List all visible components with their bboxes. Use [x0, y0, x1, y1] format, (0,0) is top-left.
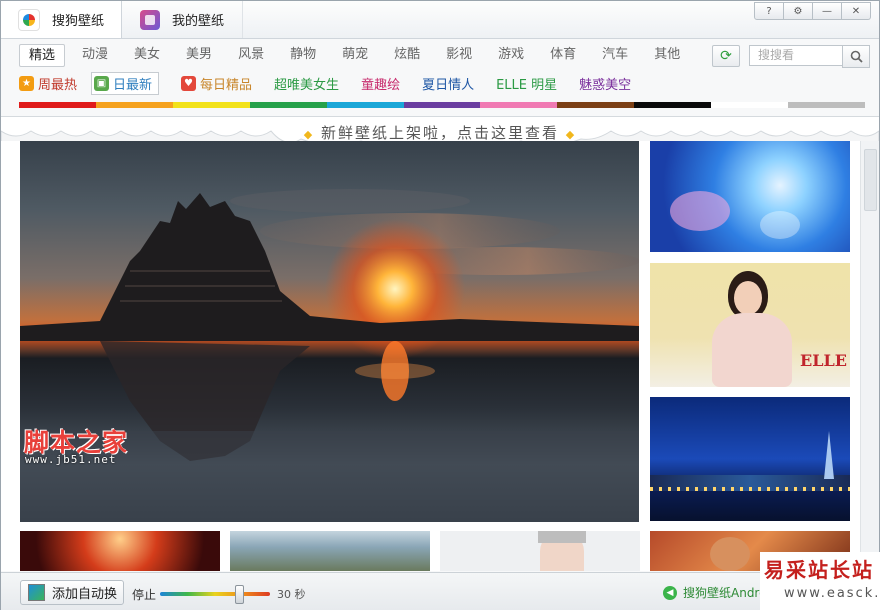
category-tab[interactable]: 汽车: [593, 44, 637, 65]
subnav-item[interactable]: ▣ 日最新: [91, 72, 160, 95]
banner-text: ◆ 新鲜壁纸上架啦，点击这里查看 ◆: [303, 124, 577, 142]
scrollbar-thumb[interactable]: [864, 149, 877, 211]
subnav-label: 日最新: [113, 78, 153, 93]
category-nav: 精选 动漫 美女 美男 风景 静物 萌宠 炫酷 影视 游戏 体育 汽车 其他: [19, 44, 697, 67]
app-window: 搜狗壁纸 我的壁纸 ? ⚙ — ✕ 精选 动漫 美女 美男 风景 静物 萌宠 炫酷 影视 游戏 体育…: [0, 0, 880, 610]
tab-my-wallpaper[interactable]: 我的壁纸: [123, 1, 243, 38]
wallpaper-thumb-dubai-night[interactable]: [650, 397, 850, 521]
title-bar: 搜狗壁纸 我的壁纸 ? ⚙ — ✕: [1, 1, 879, 39]
subnav-item[interactable]: 夏日情人: [422, 73, 474, 94]
diamond-icon: ◆: [565, 128, 577, 141]
wallpaper-thumb-elle-star[interactable]: ELLE: [650, 263, 850, 387]
heart-icon: ♥: [181, 76, 197, 91]
category-tab[interactable]: 炫酷: [385, 44, 429, 65]
tab-label: 我的壁纸: [172, 14, 225, 29]
diamond-icon: ◆: [303, 128, 315, 141]
refresh-button[interactable]: ⟳: [712, 45, 740, 67]
category-tab[interactable]: 静物: [281, 44, 325, 65]
color-swatch[interactable]: [788, 102, 865, 108]
interval-slider[interactable]: [160, 585, 270, 604]
add-auto-switch-button[interactable]: 添加自动换: [20, 580, 124, 605]
minimize-icon[interactable]: —: [813, 2, 842, 20]
category-tab[interactable]: 萌宠: [333, 44, 377, 65]
color-swatch[interactable]: [557, 102, 635, 108]
watermark-easck-url: www.easck.com: [784, 586, 880, 601]
wallpaper-thumb-red-glow[interactable]: [20, 531, 220, 571]
watermark-easck-title: 易采站长站: [764, 558, 874, 582]
color-swatch[interactable]: [326, 102, 404, 108]
color-swatch[interactable]: [634, 102, 712, 108]
color-swatch[interactable]: [95, 102, 173, 108]
color-swatch[interactable]: [711, 102, 789, 108]
subnav-item[interactable]: 魅惑美空: [579, 73, 631, 94]
subnav-item[interactable]: ♥ 每日精品: [181, 73, 252, 94]
wallpaper-thumb-star-man[interactable]: [440, 531, 640, 571]
subnav-label: 周最热: [38, 78, 78, 93]
settings-icon[interactable]: ⚙: [784, 2, 813, 20]
picture-icon: ▣: [94, 76, 110, 91]
speaker-icon: ◀: [663, 585, 677, 600]
category-tab[interactable]: 美女: [125, 44, 169, 65]
window-controls: ? ⚙ — ✕: [754, 2, 871, 20]
subnav-label: 超唯美女生: [274, 78, 340, 93]
wallpaper-grid: 脚本之家 www.jb51.net ELLE: [1, 141, 863, 571]
wallpaper-thumb-bokeh[interactable]: [650, 141, 850, 252]
category-tab[interactable]: 其他: [645, 44, 689, 65]
sub-nav: ★ 周最热 ▣ 日最新 ♥ 每日精品 超唯美女生 童趣绘 夏日情人 ELLE 明星 魅惑美空: [19, 72, 653, 95]
wallpaper-thumb-harbor[interactable]: [230, 531, 430, 571]
close-icon[interactable]: ✕: [842, 2, 871, 20]
subnav-label: 夏日情人: [422, 78, 475, 93]
sogou-logo-icon: [18, 8, 40, 31]
star-icon: ★: [19, 76, 34, 91]
interval-seconds: 30 秒: [277, 588, 306, 601]
tab-label: 搜狗壁纸: [52, 14, 105, 29]
watermark-easck: 易采站长站 www.easck.com: [760, 552, 880, 610]
auto-switch-icon: [28, 584, 45, 601]
color-swatch[interactable]: [480, 102, 558, 108]
subnav-item[interactable]: 超唯美女生: [274, 73, 339, 94]
category-tab[interactable]: 动漫: [73, 44, 117, 65]
subnav-item[interactable]: ★ 周最热: [19, 73, 77, 94]
category-tab[interactable]: 体育: [541, 44, 585, 65]
color-swatch[interactable]: [403, 102, 481, 108]
category-tab[interactable]: 影视: [437, 44, 481, 65]
search-input[interactable]: 搜搜看: [749, 45, 851, 66]
category-tab[interactable]: 精选: [19, 44, 66, 67]
refresh-icon: ⟳: [720, 48, 732, 64]
auto-switch-label: 添加自动换: [52, 587, 118, 602]
subnav-item[interactable]: 童趣绘: [361, 73, 400, 94]
watermark-jb51-url: www.jb51.net: [25, 453, 117, 466]
subnav-label: 每日精品: [200, 78, 253, 93]
slider-handle[interactable]: [235, 585, 245, 604]
search-button[interactable]: [842, 45, 870, 68]
subnav-label: 童趣绘: [361, 78, 401, 93]
category-tab[interactable]: 游戏: [489, 44, 533, 65]
subnav-label: ELLE 明星: [496, 78, 558, 93]
search-icon: [850, 50, 863, 63]
stop-label[interactable]: 停止: [132, 586, 156, 603]
category-tab[interactable]: 风景: [229, 44, 273, 65]
color-swatch[interactable]: [172, 102, 250, 108]
help-icon[interactable]: ?: [754, 2, 784, 20]
color-filter-strip[interactable]: [19, 102, 865, 108]
subnav-item[interactable]: ELLE 明星: [496, 73, 557, 94]
tab-sogou-wallpaper[interactable]: 搜狗壁纸: [1, 1, 122, 38]
color-swatch[interactable]: [19, 102, 96, 108]
subnav-label: 魅惑美空: [579, 78, 632, 93]
bottom-bar: 添加自动换 停止 30 秒 ◀ 搜狗壁纸Android: [1, 572, 879, 610]
my-wallpaper-icon: [140, 9, 160, 30]
color-swatch[interactable]: [249, 102, 327, 108]
vertical-scrollbar[interactable]: [860, 141, 879, 571]
category-tab[interactable]: 美男: [177, 44, 221, 65]
